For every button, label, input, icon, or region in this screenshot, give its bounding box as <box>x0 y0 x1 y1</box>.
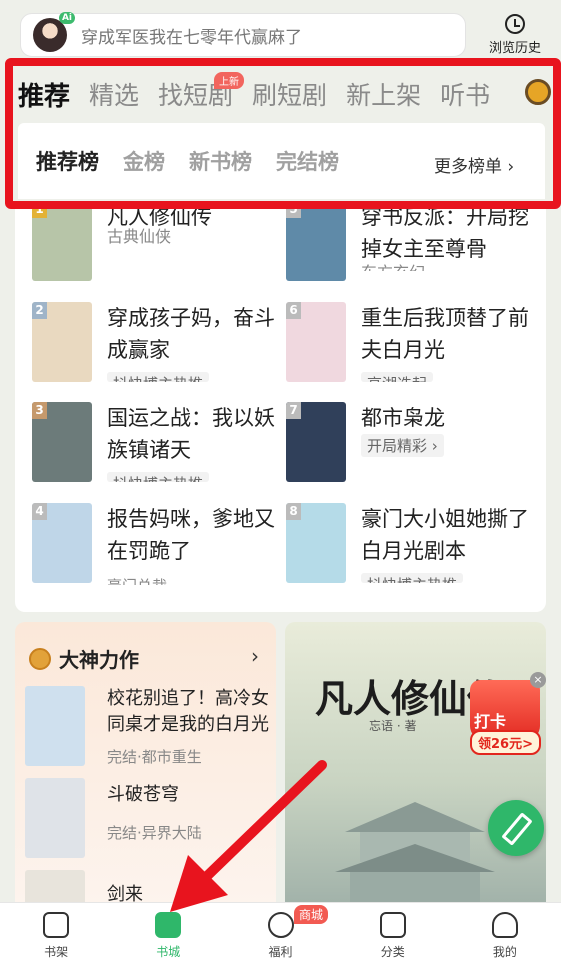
category-grid-icon <box>379 912 406 938</box>
bookstore-icon <box>155 912 182 938</box>
book-cover: 2 <box>32 302 92 382</box>
book-tag: 抖快博主热推 <box>107 372 210 382</box>
book-status: 完结·异界大陆 <box>107 824 202 842</box>
book-tag: 抖快博主热推 <box>107 472 210 482</box>
book-cover: 7 <box>286 402 346 482</box>
bookshelf-icon <box>43 912 70 938</box>
book-cover <box>25 778 85 858</box>
nav-category[interactable]: 分类 <box>337 903 449 970</box>
book-cover: 5 <box>286 201 346 281</box>
book-cover <box>25 686 85 766</box>
book-cover: 1 <box>32 201 92 281</box>
list-item[interactable]: 6 重生后我顶替了前夫白月光 高湖迭起 <box>286 302 536 392</box>
ai-avatar-icon[interactable]: Ai <box>33 12 75 52</box>
rank-badge: 7 <box>286 402 301 419</box>
book-title: 报告妈咪，爹地又在罚跪了 <box>107 507 275 563</box>
master-works-title: 大神力作 <box>59 648 139 672</box>
list-item[interactable]: 校花别追了！高冷女同桌才是我的白月光 完结·都市重生 <box>25 686 275 776</box>
nav-label: 书城 <box>156 945 181 959</box>
nav-welfare[interactable]: 商城 福利 <box>224 903 336 970</box>
book-title: 穿书反派：开局挖掉女主至尊骨 <box>361 205 529 261</box>
rank-badge: 2 <box>32 302 47 319</box>
book-genre: 古典仙侠 <box>107 227 172 246</box>
rank-badge: 4 <box>32 503 47 520</box>
list-item[interactable]: 斗破苍穹 完结·异界大陆 <box>25 778 275 868</box>
book-tag: 高湖迭起 <box>361 372 434 382</box>
book-genre: 东方玄幻 <box>361 259 425 271</box>
book-tag: 开局精彩 › <box>361 434 444 457</box>
master-works-card[interactable]: 大神力作 › 校花别追了！高冷女同桌才是我的白月光 完结·都市重生 斗破苍穹 完… <box>15 622 276 912</box>
nav-label: 书架 <box>44 945 69 959</box>
checkin-float[interactable]: 打卡 领26元> × <box>470 672 548 755</box>
history-button[interactable]: 浏览历史 <box>482 14 548 56</box>
medal-icon <box>29 647 51 670</box>
book-title: 校花别追了！高冷女同桌才是我的白月光 <box>107 688 269 735</box>
book-genre: 豪门总裁 <box>107 575 167 585</box>
bottom-nav: 书架 书城 商城 福利 分类 我的 <box>0 902 561 970</box>
list-item[interactable]: 7 都市枭龙 开局精彩 › <box>286 402 536 492</box>
chevron-right-icon[interactable]: › <box>251 644 259 668</box>
book-tag: 抖快博主热推 <box>361 573 464 583</box>
rank-badge: 6 <box>286 302 301 319</box>
nav-label: 福利 <box>268 945 293 959</box>
profile-icon <box>491 912 518 938</box>
featured-book-cover[interactable]: 凡人修仙传 忘语 · 著 <box>285 622 546 912</box>
clock-icon <box>505 14 525 34</box>
nav-profile[interactable]: 我的 <box>449 903 561 970</box>
checkin-amount: 领26元> <box>470 730 541 755</box>
book-title: 国运之战：我以妖族镇诸天 <box>107 406 275 462</box>
list-item[interactable]: 1 凡人修仙传 古典仙侠 <box>32 201 282 291</box>
book-cover: 4 <box>32 503 92 583</box>
book-status: 完结·都市重生 <box>107 748 202 766</box>
welfare-icon <box>267 912 294 938</box>
history-label: 浏览历史 <box>488 41 541 56</box>
close-icon[interactable]: × <box>530 672 546 688</box>
mall-badge: 商城 <box>293 905 328 924</box>
list-item[interactable]: 4 报告妈咪，爹地又在罚跪了 豪门总裁 <box>32 503 282 593</box>
list-item[interactable]: 2 穿成孩子妈，奋斗成赢家 抖快博主热推 <box>32 302 282 392</box>
book-cover: 8 <box>286 503 346 583</box>
master-works-header: 大神力作 <box>29 644 139 673</box>
nav-bookstore[interactable]: 书城 <box>112 903 224 970</box>
nav-bookshelf[interactable]: 书架 <box>0 903 112 970</box>
search-bar[interactable]: Ai 穿成军医我在七零年代赢麻了 <box>20 12 466 57</box>
checkin-label: 打卡 <box>474 712 507 731</box>
list-item[interactable]: 3 国运之战：我以妖族镇诸天 抖快博主热推 <box>32 402 282 492</box>
nav-label: 分类 <box>380 945 405 959</box>
featured-author: 忘语 · 著 <box>369 719 417 733</box>
book-cover: 6 <box>286 302 346 382</box>
list-item[interactable]: 5 穿书反派：开局挖掉女主至尊骨 东方玄幻 <box>286 201 536 291</box>
ranking-list: 1 凡人修仙传 古典仙侠 2 穿成孩子妈，奋斗成赢家 抖快博主热推 3 国运之战… <box>15 201 546 612</box>
write-pen-button[interactable] <box>488 800 544 856</box>
nav-label: 我的 <box>492 945 517 959</box>
rank-badge: 8 <box>286 503 301 520</box>
book-title: 穿成孩子妈，奋斗成赢家 <box>107 306 275 362</box>
ai-badge: Ai <box>58 12 75 24</box>
rank-badge: 3 <box>32 402 47 419</box>
book-cover: 3 <box>32 402 92 482</box>
temple-illustration <box>335 802 495 912</box>
search-placeholder: 穿成军医我在七零年代赢麻了 <box>81 27 302 48</box>
highlight-box <box>5 58 561 209</box>
list-item[interactable]: 8 豪门大小姐她撕了白月光剧本 抖快博主热推 <box>286 503 536 593</box>
book-title: 都市枭龙 <box>361 406 445 430</box>
book-title: 豪门大小姐她撕了白月光剧本 <box>361 507 529 563</box>
book-title: 重生后我顶替了前夫白月光 <box>361 306 529 362</box>
book-title: 斗破苍穹 <box>107 784 179 805</box>
